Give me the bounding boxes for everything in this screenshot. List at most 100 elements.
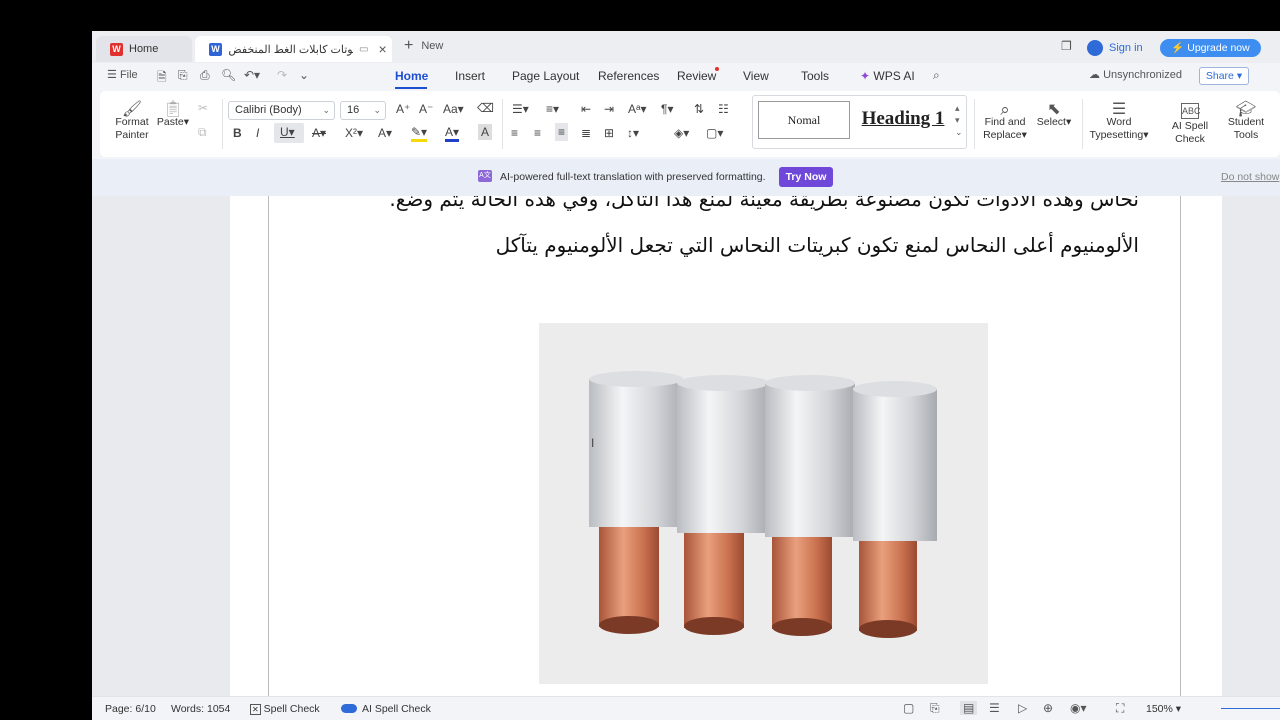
- bullets-icon[interactable]: ☰▾: [512, 102, 529, 116]
- redo-icon[interactable]: ↷: [277, 68, 287, 82]
- restore-icon[interactable]: ▭: [359, 44, 368, 55]
- eye-protection-icon[interactable]: ◉▾: [1070, 701, 1087, 715]
- strikethrough-icon[interactable]: A▾: [312, 126, 326, 140]
- undo-icon[interactable]: ↶▾: [244, 68, 260, 82]
- document-page[interactable]: نحاس وهذه الأدوات تكون مصنوعة بطريقة معي…: [230, 196, 1222, 696]
- try-now-button[interactable]: Try Now: [779, 167, 833, 187]
- window-layout-icon[interactable]: ❐: [1061, 39, 1072, 53]
- abc-check-icon: ABC: [1181, 103, 1201, 119]
- superscript-icon[interactable]: X²▾: [345, 126, 363, 140]
- connector-lugs-image[interactable]: [539, 323, 988, 684]
- share-button[interactable]: Share ▾: [1199, 67, 1249, 85]
- select-button[interactable]: ⬉ Select▾: [1034, 102, 1074, 129]
- zoom-level[interactable]: 150% ▾: [1146, 703, 1181, 715]
- copy-icon[interactable]: ⧉: [198, 125, 207, 140]
- font-size-select[interactable]: 16 ⌄: [340, 101, 386, 120]
- focus-mode-icon[interactable]: ▢: [903, 701, 914, 715]
- export-icon[interactable]: ⎘: [178, 68, 188, 83]
- ai-spell-check-toggle[interactable]: AI Spell Check: [341, 703, 431, 715]
- new-tab-button[interactable]: + New: [404, 38, 443, 54]
- word-typesetting-button[interactable]: ☰ Word Typesetting▾: [1088, 102, 1150, 142]
- search-icon[interactable]: ⌕: [933, 68, 940, 83]
- do-not-show-link[interactable]: Do not show: [1221, 171, 1279, 183]
- paragraph-marks-icon[interactable]: ¶▾: [661, 102, 673, 116]
- decrease-indent-icon[interactable]: ⇤: [581, 102, 591, 116]
- clear-format-icon[interactable]: ⌫: [477, 101, 494, 115]
- table-lines-icon[interactable]: ☷: [718, 102, 729, 116]
- style-normal[interactable]: Nomal: [758, 101, 850, 139]
- gallery-more-icon[interactable]: ▴ ▾ ⌄: [955, 102, 963, 138]
- align-center-icon[interactable]: ≡: [534, 126, 541, 140]
- paste-button[interactable]: 📋︎ Paste▾: [156, 102, 190, 129]
- numbering-icon[interactable]: ≡▾: [546, 102, 559, 116]
- line-spacing-icon[interactable]: ↕▾: [627, 126, 639, 140]
- tab-home[interactable]: W Home: [96, 36, 192, 62]
- style-heading-1[interactable]: Heading 1: [857, 101, 949, 139]
- word-doc-icon: W: [209, 42, 222, 56]
- word-typesetting-label-1: Word: [1106, 116, 1132, 128]
- student-tools-label-2: Tools: [1233, 129, 1259, 141]
- wps-window: W Home W ﻮﺗﺎﺕ ﻛﺎﺑﻼﺕ ﺍﻟﻐﻂ ﺍﻟﻤﻨﺨﻔﺾ 1 ▭ × +…: [92, 31, 1280, 720]
- menu-insert[interactable]: Insert: [455, 69, 485, 83]
- shrink-font-icon[interactable]: A⁻: [419, 102, 433, 116]
- menu-home[interactable]: Home: [395, 69, 428, 83]
- reading-mode-icon[interactable]: ⎘: [930, 701, 940, 716]
- close-tab-icon[interactable]: ×: [378, 41, 386, 57]
- change-case-icon[interactable]: Aa▾: [443, 102, 464, 116]
- font-color-icon[interactable]: A▾: [445, 126, 460, 142]
- spell-check-toggle[interactable]: ✕ Spell Check: [250, 703, 320, 715]
- web-layout-icon[interactable]: ⊕: [1043, 701, 1053, 715]
- more-quick-icon[interactable]: ⌄: [299, 68, 309, 82]
- paragraph-line-2[interactable]: الألومنيوم أعلى النحاس لمنع تكون كبريتات…: [496, 233, 1139, 257]
- sync-status[interactable]: ☁ Unsynchronized: [1089, 68, 1182, 81]
- tab-document[interactable]: W ﻮﺗﺎﺕ ﻛﺎﺑﻼﺕ ﺍﻟﻐﻂ ﺍﻟﻤﻨﺨﻔﺾ 1 ▭ ×: [195, 36, 392, 62]
- outline-view-icon[interactable]: ☰: [989, 701, 1000, 715]
- fit-page-icon[interactable]: ⛶: [1116, 701, 1124, 716]
- print-icon[interactable]: ⎙: [200, 68, 210, 83]
- menu-wps-ai[interactable]: ✦ WPS AI: [860, 69, 915, 83]
- increase-indent-icon[interactable]: ⇥: [604, 102, 614, 116]
- shading-icon[interactable]: ◈▾: [674, 126, 689, 140]
- ribbon-separator: [974, 99, 975, 149]
- align-right-icon[interactable]: ≡: [555, 123, 569, 141]
- menu-review[interactable]: Review: [677, 69, 716, 83]
- find-replace-button[interactable]: ⌕ Find and Replace▾: [980, 101, 1030, 142]
- page-indicator[interactable]: Page: 6/10: [105, 703, 156, 715]
- file-menu[interactable]: ☰ File: [107, 68, 138, 81]
- italic-icon[interactable]: I: [256, 126, 259, 140]
- bold-icon[interactable]: B: [233, 126, 242, 140]
- underline-icon[interactable]: U▾: [274, 123, 304, 143]
- page-view-icon[interactable]: ▤: [960, 701, 978, 715]
- menu-tools[interactable]: Tools: [801, 69, 829, 83]
- cut-icon[interactable]: ✂: [198, 101, 208, 115]
- grow-font-icon[interactable]: A⁺: [396, 102, 410, 116]
- paint-brush-icon: 🖌︎: [121, 101, 143, 118]
- zoom-slider[interactable]: [1221, 708, 1280, 709]
- font-name-select[interactable]: Calibri (Body) ⌄: [228, 101, 335, 120]
- menu-view[interactable]: View: [743, 69, 769, 83]
- highlight-icon[interactable]: ✎▾: [411, 126, 428, 142]
- print-preview-icon[interactable]: 🔍︎: [221, 68, 236, 82]
- sign-in-button[interactable]: Sign in: [1087, 40, 1143, 56]
- format-painter-button[interactable]: 🖌︎ Format Painter: [114, 101, 150, 142]
- char-shading-icon[interactable]: A: [478, 124, 493, 140]
- play-icon[interactable]: ▷: [1018, 701, 1027, 715]
- align-left-icon[interactable]: ≡: [511, 126, 518, 140]
- text-effect-icon[interactable]: A▾: [378, 126, 392, 140]
- tab-document-label: ﻮﺗﺎﺕ ﻛﺎﺑﻼﺕ ﺍﻟﻐﻂ ﺍﻟﻤﻨﺨﻔﺾ 1: [228, 43, 353, 56]
- chinese-layout-icon[interactable]: Aᵃ▾: [628, 102, 647, 116]
- word-count[interactable]: Words: 1054: [171, 703, 230, 715]
- find-replace-label-2: Replace: [983, 129, 1022, 141]
- student-tools-button[interactable]: 🎓︎ Student Tools: [1225, 102, 1267, 142]
- menu-page-layout[interactable]: Page Layout: [512, 69, 579, 83]
- menu-references[interactable]: References: [598, 69, 659, 83]
- paragraph-line-1[interactable]: نحاس وهذه الأدوات تكون مصنوعة بطريقة معي…: [389, 196, 1139, 211]
- save-icon[interactable]: 🗎: [157, 68, 167, 89]
- distribute-icon[interactable]: ⊞: [604, 126, 614, 140]
- borders-icon[interactable]: ▢▾: [706, 126, 723, 140]
- upgrade-button[interactable]: ⚡ Upgrade now: [1160, 39, 1261, 57]
- justify-icon[interactable]: ≣: [581, 126, 591, 140]
- translation-text: AI-powered full-text translation with pr…: [500, 171, 766, 183]
- sort-icon[interactable]: ⇅: [694, 102, 704, 116]
- ai-spell-check-button[interactable]: ABC AI Spell Check: [1157, 103, 1223, 146]
